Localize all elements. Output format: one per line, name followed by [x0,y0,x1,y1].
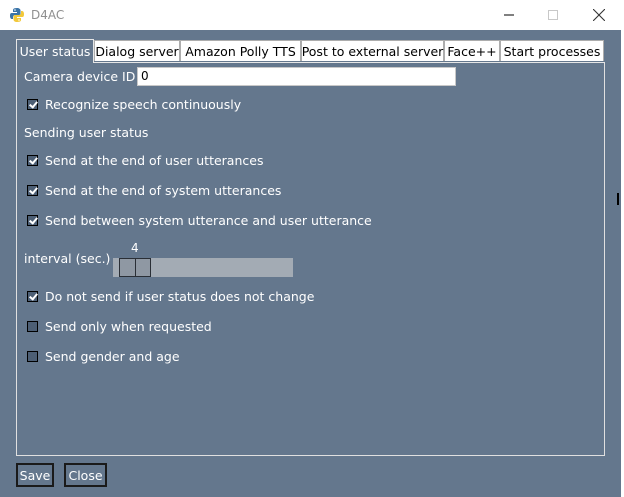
only-requested-label: Send only when requested [45,319,212,334]
gender-age-checkbox[interactable] [27,351,38,362]
maximize-icon [548,10,558,20]
interval-label: interval (sec.) [24,251,111,266]
window-title: D4AC [31,8,65,22]
title-bar: D4AC [0,0,624,30]
resize-marker [617,193,619,205]
minimize-button[interactable] [486,0,532,30]
send-between-label: Send between system utterance and user u… [45,213,372,228]
camera-device-input[interactable]: 0 [137,67,456,86]
tab-post-external-server[interactable]: Post to external server [301,40,444,61]
tab-amazon-polly-tts[interactable]: Amazon Polly TTS [180,40,301,61]
tab-start-processes[interactable]: Start processes [500,40,604,61]
interval-value: 4 [131,241,139,255]
tab-dialog-server[interactable]: Dialog server [94,40,180,61]
recognize-speech-label: Recognize speech continuously [45,97,242,112]
interval-slider-handle[interactable] [119,258,151,277]
send-user-end-checkbox[interactable] [27,155,38,166]
recognize-speech-checkbox[interactable] [27,99,38,110]
tab-face-plus-plus[interactable]: Face++ [444,40,500,61]
sending-user-status-heading: Sending user status [24,125,149,140]
minimize-icon [504,14,514,16]
only-requested-checkbox[interactable] [27,321,38,332]
send-user-end-label: Send at the end of user utterances [45,153,264,168]
gender-age-label: Send gender and age [45,349,180,364]
close-window-button[interactable] [576,0,622,30]
maximize-button[interactable] [530,0,576,30]
camera-device-label: Camera device ID [24,69,136,84]
close-button[interactable]: Close [64,463,107,487]
send-between-checkbox[interactable] [27,215,38,226]
tab-user-status[interactable]: User status [16,39,94,63]
no-change-checkbox[interactable] [27,291,38,302]
no-change-label: Do not send if user status does not chan… [45,289,315,304]
save-button[interactable]: Save [16,463,54,487]
send-system-end-label: Send at the end of system utterances [45,183,282,198]
send-system-end-checkbox[interactable] [27,185,38,196]
close-icon [593,9,605,21]
python-icon [10,8,24,22]
